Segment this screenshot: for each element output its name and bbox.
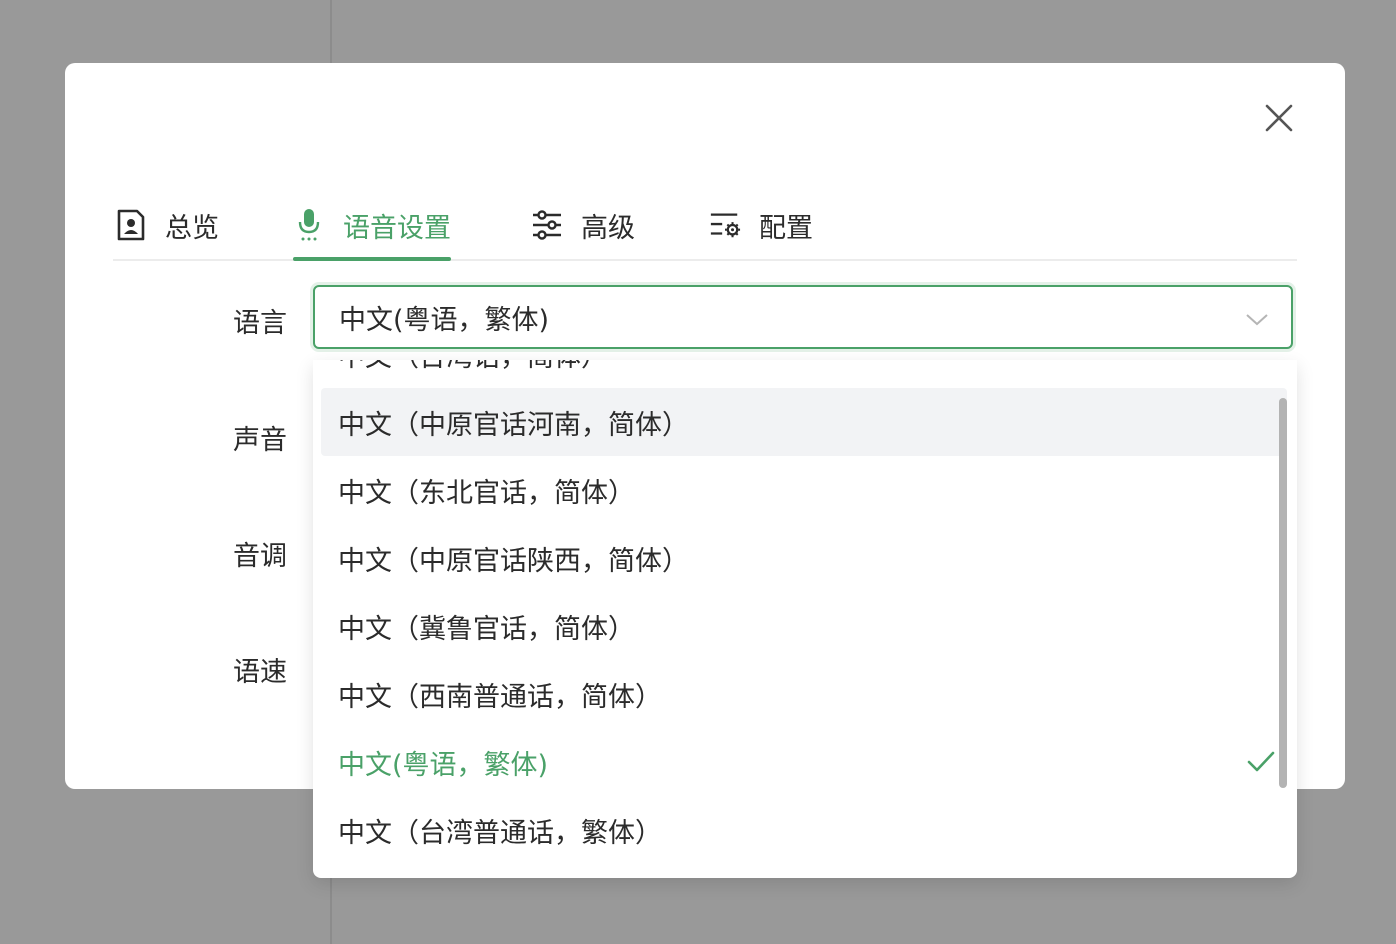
dropdown-option[interactable]: 中文（中原官话陕西，简体） — [321, 524, 1289, 592]
option-label: 中文（冀鲁官话，简体） — [338, 613, 635, 645]
dropdown-option[interactable]: 中文（中原官话河南，简体） — [321, 388, 1287, 456]
dropdown-scrollbar[interactable] — [1279, 398, 1287, 788]
tab-label: 高级 — [581, 212, 635, 244]
tab-config[interactable]: 配置 — [709, 191, 813, 259]
close-button[interactable] — [1258, 97, 1300, 139]
close-icon — [1265, 104, 1293, 132]
option-label: 中文（中原官话河南，简体） — [338, 409, 689, 441]
document-icon — [115, 209, 147, 241]
option-label: 中文（东北官话，简体） — [338, 477, 635, 509]
language-select-value: 中文(粤语，繁体) — [339, 304, 550, 336]
sliders-icon — [531, 209, 563, 241]
voice-label: 声音 — [233, 425, 287, 456]
option-label: 中文（中原官话陕西，简体） — [338, 545, 689, 577]
speed-label: 语速 — [233, 657, 287, 688]
option-label: 中文(粤语，繁体) — [338, 749, 549, 781]
tab-label: 配置 — [759, 212, 813, 244]
chevron-down-icon — [1246, 314, 1268, 326]
tab-bar: 总览 语音设置 高级 配置 — [113, 191, 1297, 261]
option-label: 中文（台湾话，简体） — [338, 360, 608, 374]
microphone-icon — [293, 209, 325, 241]
tab-label: 语音设置 — [343, 212, 451, 244]
dropdown-option[interactable]: 中文（冀鲁官话，简体） — [321, 592, 1289, 660]
dropdown-option[interactable]: 中文（西南普通话，简体） — [321, 660, 1289, 728]
check-icon — [1247, 751, 1275, 772]
list-gear-icon — [709, 209, 741, 241]
tab-advanced[interactable]: 高级 — [531, 191, 635, 259]
dropdown-option[interactable]: 中文（台湾普通话，繁体） — [321, 796, 1289, 864]
language-dropdown: 中文（台湾话，简体） 中文（中原官话河南，简体） 中文（东北官话，简体） 中文（… — [313, 360, 1297, 878]
tab-overview[interactable]: 总览 — [115, 191, 219, 259]
language-label: 语言 — [233, 308, 287, 339]
dropdown-option[interactable]: 中文（东北官话，简体） — [321, 456, 1289, 524]
tab-voice-settings[interactable]: 语音设置 — [293, 191, 451, 261]
option-list: 中文（台湾话，简体） 中文（中原官话河南，简体） 中文（东北官话，简体） 中文（… — [313, 360, 1297, 864]
language-select[interactable]: 中文(粤语，繁体) — [313, 285, 1293, 349]
option-label: 中文（台湾普通话，繁体） — [338, 817, 662, 849]
option-label: 中文（西南普通话，简体） — [338, 681, 662, 713]
dropdown-option[interactable]: 中文（台湾话，简体） — [321, 360, 1289, 388]
dropdown-option-selected[interactable]: 中文(粤语，繁体) — [321, 728, 1289, 796]
pitch-label: 音调 — [233, 541, 287, 572]
tab-label: 总览 — [165, 212, 219, 244]
